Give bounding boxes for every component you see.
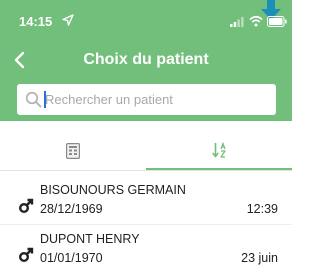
battery-icon xyxy=(267,16,287,27)
patient-time: 12:39 xyxy=(246,202,278,216)
patient-name: BISOUNOURS GERMAIN xyxy=(40,183,186,197)
location-arrow-icon xyxy=(62,14,74,26)
search-icon xyxy=(25,91,42,108)
wifi-icon xyxy=(249,15,263,27)
male-icon xyxy=(19,198,34,213)
male-icon xyxy=(19,247,34,262)
signal-icon xyxy=(230,17,244,27)
search-box[interactable] xyxy=(17,84,276,115)
search-input[interactable] xyxy=(45,84,267,115)
view-tabs xyxy=(0,134,292,171)
divider xyxy=(0,224,292,225)
status-bar: 14:15 xyxy=(0,0,292,42)
tab-list-view[interactable] xyxy=(0,134,146,170)
status-time: 14:15 xyxy=(19,14,53,29)
patient-time: 23 juin xyxy=(241,251,278,265)
patient-name: DUPONT HENRY xyxy=(40,232,140,246)
tab-sort-alpha[interactable] xyxy=(146,134,292,170)
patient-birthdate: 28/12/1969 xyxy=(40,202,103,216)
patient-row[interactable]: BISOUNOURS GERMAIN 28/12/1969 12:39 xyxy=(0,178,292,223)
app-header: 14:15 Choix du patient xyxy=(0,0,292,121)
page-title: Choix du patient xyxy=(83,51,209,68)
patient-row[interactable]: DUPONT HENRY 01/01/1970 23 juin xyxy=(0,227,292,272)
list-icon xyxy=(66,143,80,159)
divider xyxy=(0,170,292,171)
patient-birthdate: 01/01/1970 xyxy=(40,251,103,265)
sort-alpha-icon xyxy=(212,142,226,158)
